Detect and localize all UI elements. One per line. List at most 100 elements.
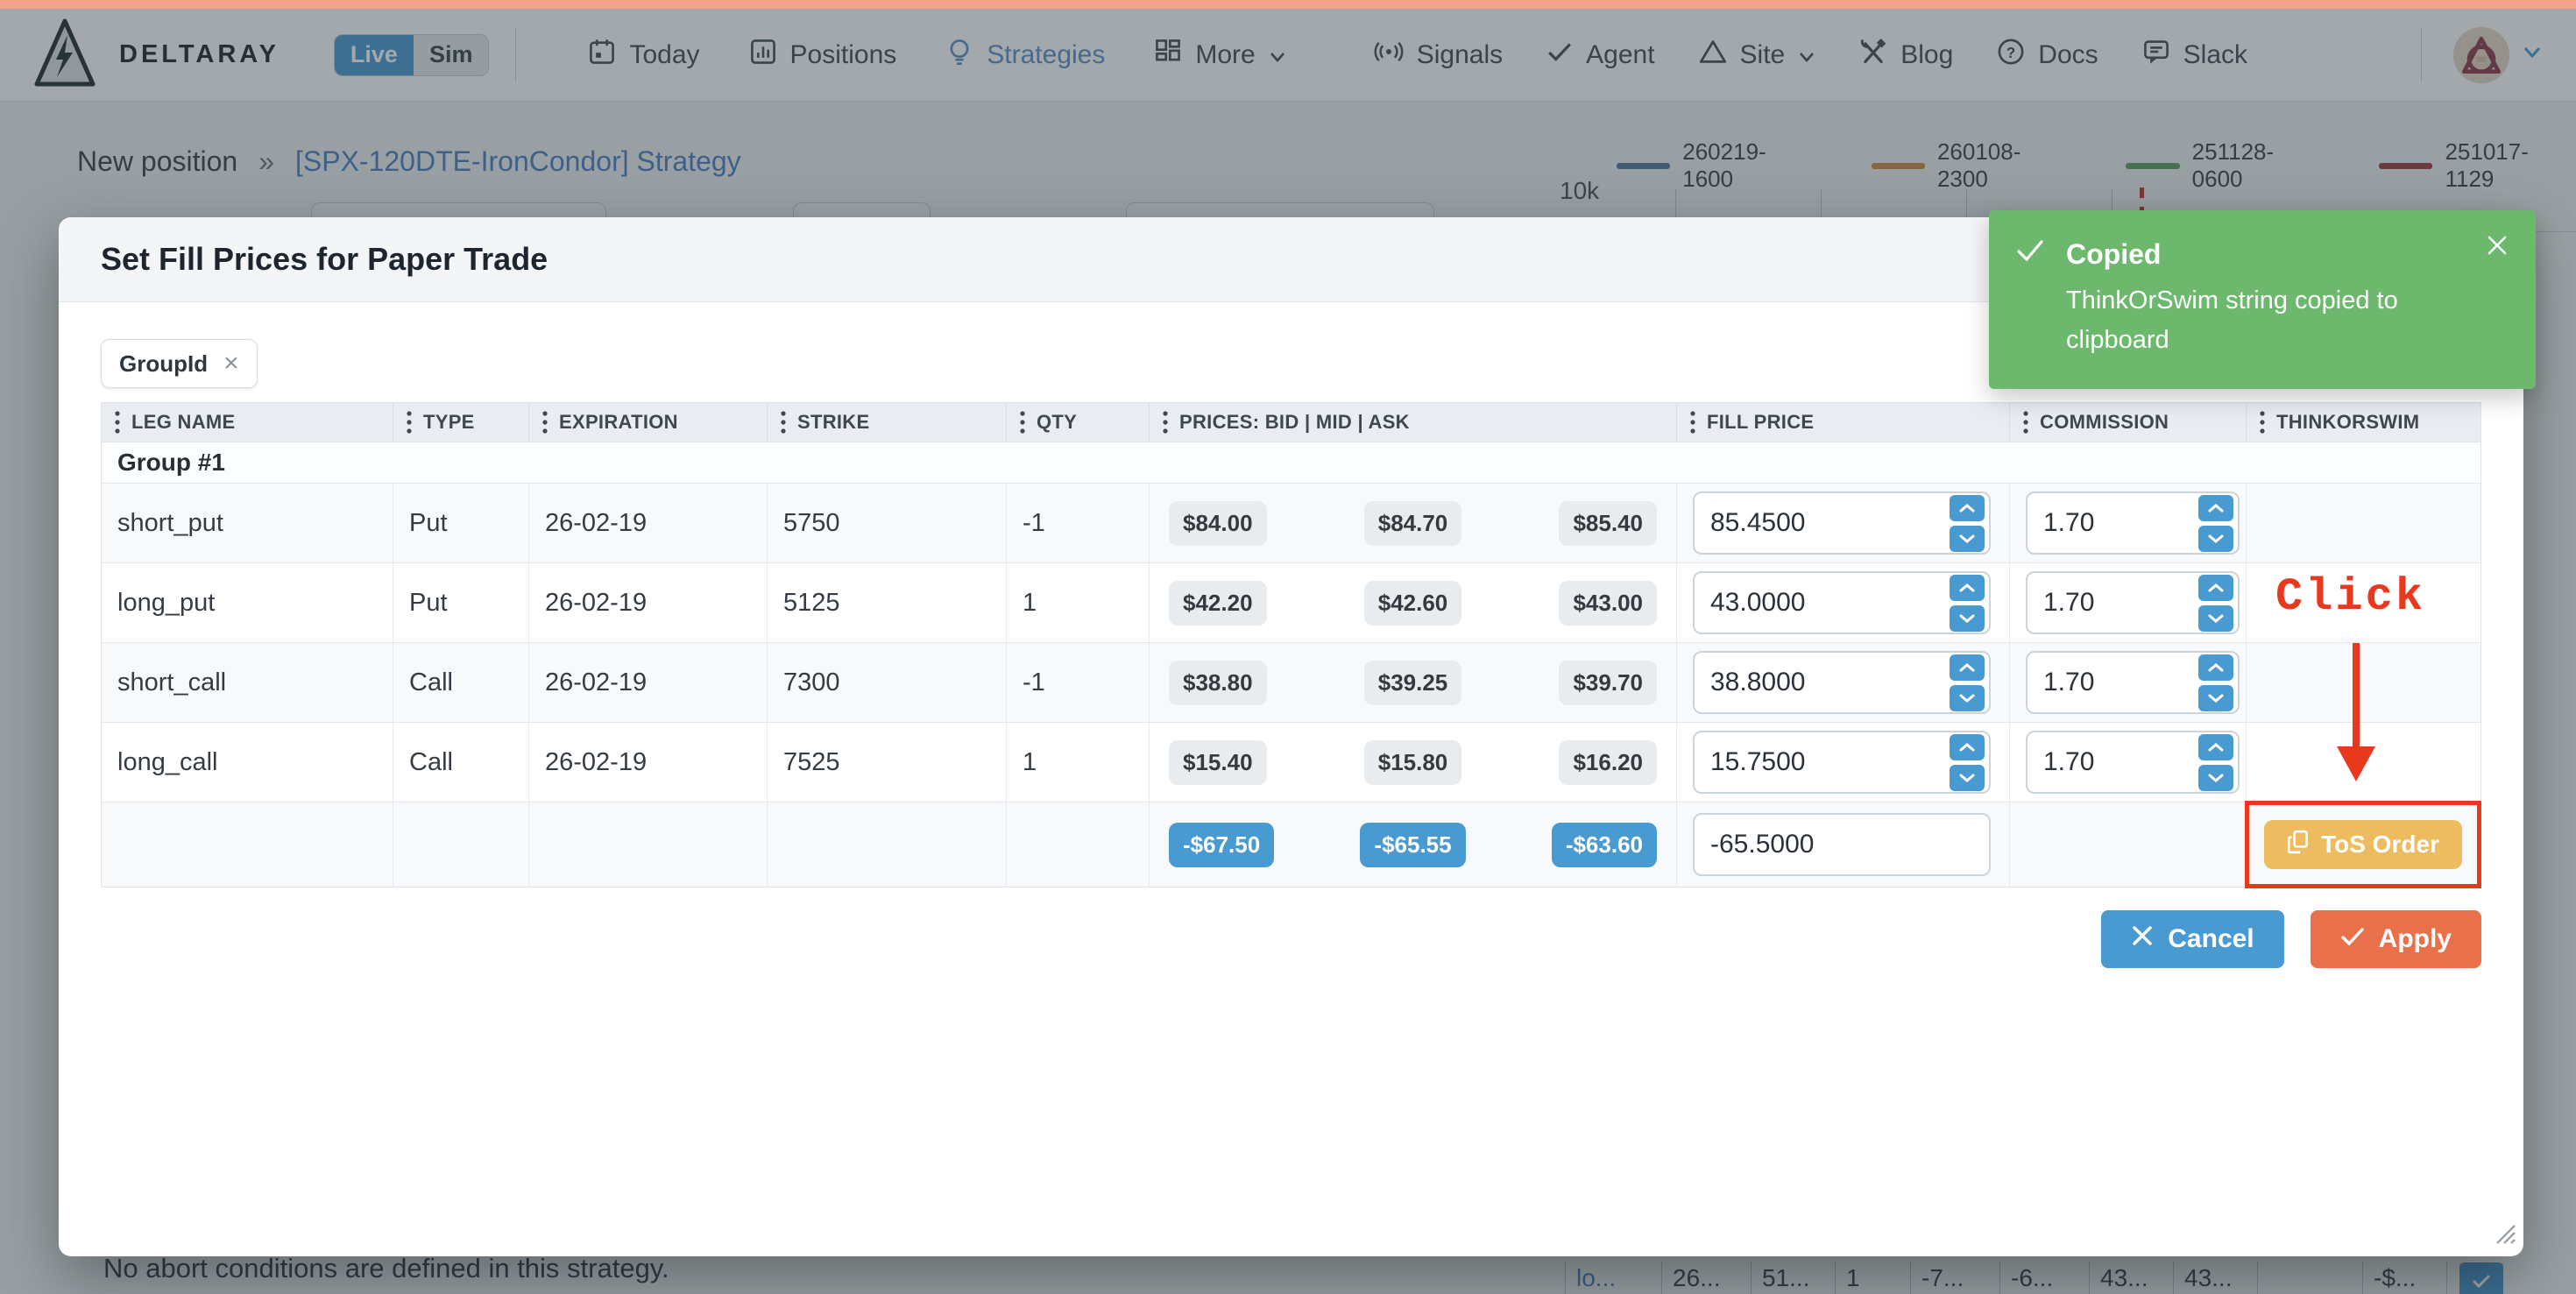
expiration-cell: 26-02-19: [529, 563, 768, 642]
apply-button[interactable]: Apply: [2311, 910, 2481, 968]
leg-name-cell: short_call: [102, 643, 393, 722]
mid-price-badge: $84.70: [1364, 501, 1462, 546]
chip-remove-icon[interactable]: ×: [223, 350, 239, 377]
spinner-up-button[interactable]: [1950, 734, 1985, 760]
spinner-down-button[interactable]: [1950, 605, 1985, 632]
commission-input[interactable]: [2028, 747, 2195, 777]
total-prices-cell: -$67.50 -$65.55 -$63.60: [1150, 803, 1677, 887]
groupid-filter-chip[interactable]: GroupId ×: [101, 339, 258, 388]
total-fill-price-cell: [1677, 803, 2010, 887]
fill-price-cell: [1677, 563, 2010, 642]
column-header-commission[interactable]: COMMISSION: [2010, 403, 2247, 442]
empty-cell: [102, 803, 393, 887]
bid-price-badge: $38.80: [1169, 661, 1267, 705]
empty-cell: [768, 803, 1007, 887]
table-row: long_put Put 26-02-19 5125 1 $42.20 $42.…: [102, 562, 2480, 642]
fill-price-cell: [1677, 643, 2010, 722]
drag-handle-icon[interactable]: [1019, 409, 1026, 435]
ask-price-badge: $16.20: [1559, 740, 1657, 785]
prices-cell: $15.40 $15.80 $16.20: [1150, 723, 1677, 802]
drag-handle-icon[interactable]: [114, 409, 121, 435]
table-row: long_call Call 26-02-19 7525 1 $15.40 $1…: [102, 722, 2480, 802]
column-header-fill-price[interactable]: FILL PRICE: [1677, 403, 2010, 442]
commission-cell: [2010, 723, 2247, 802]
legs-table: LEG NAME TYPE EXPIRATION STRIKE: [101, 402, 2481, 887]
column-header-qty[interactable]: QTY: [1007, 403, 1150, 442]
spinner-up-button[interactable]: [2198, 654, 2233, 681]
empty-cell: [1007, 803, 1150, 887]
spinner-up-button[interactable]: [2198, 734, 2233, 760]
total-fill-price-input[interactable]: [1695, 830, 1989, 859]
empty-cell: [529, 803, 768, 887]
column-header-strike[interactable]: STRIKE: [768, 403, 1007, 442]
drag-handle-icon[interactable]: [1689, 409, 1696, 435]
modal-title: Set Fill Prices for Paper Trade: [101, 241, 548, 278]
drag-handle-icon[interactable]: [406, 409, 413, 435]
spinner-down-button[interactable]: [2198, 605, 2233, 632]
empty-cell: [393, 803, 529, 887]
spinner-up-button[interactable]: [2198, 495, 2233, 521]
prices-cell: $42.20 $42.60 $43.00: [1150, 563, 1677, 642]
group-header-row: Group #1: [102, 442, 2480, 483]
fill-price-input[interactable]: [1695, 508, 1946, 538]
column-header-thinkorswim[interactable]: THINKORSWIM: [2247, 403, 2480, 442]
expiration-cell: 26-02-19: [529, 643, 768, 722]
qty-cell: -1: [1007, 484, 1150, 562]
fill-price-input[interactable]: [1695, 588, 1946, 618]
mid-price-badge: $15.80: [1364, 740, 1462, 785]
spinner-up-button[interactable]: [1950, 654, 1985, 681]
table-row: short_put Put 26-02-19 5750 -1 $84.00 $8…: [102, 483, 2480, 562]
thinkorswim-cell: [2247, 723, 2480, 802]
cancel-button[interactable]: Cancel: [2101, 910, 2283, 968]
copied-toast: Copied ThinkOrSwim string copied to clip…: [1989, 210, 2536, 389]
strike-cell: 7300: [768, 643, 1007, 722]
bid-price-badge: $15.40: [1169, 740, 1267, 785]
modal-actions: Cancel Apply: [101, 910, 2481, 968]
spinner-down-button[interactable]: [2198, 526, 2233, 552]
screen: DELTARAY Live Sim Today: [0, 0, 2576, 1294]
column-header-expiration[interactable]: EXPIRATION: [529, 403, 768, 442]
column-header-type[interactable]: TYPE: [393, 403, 529, 442]
strike-cell: 5750: [768, 484, 1007, 562]
table-row: short_call Call 26-02-19 7300 -1 $38.80 …: [102, 642, 2480, 722]
drag-handle-icon[interactable]: [541, 409, 548, 435]
tos-order-button[interactable]: ToS Order: [2264, 820, 2462, 869]
drag-handle-icon[interactable]: [2259, 409, 2266, 435]
ask-price-badge: $43.00: [1559, 581, 1657, 626]
table-header: LEG NAME TYPE EXPIRATION STRIKE: [102, 403, 2480, 442]
fill-price-input[interactable]: [1695, 747, 1946, 777]
spinner-down-button[interactable]: [1950, 526, 1985, 552]
bid-price-badge: $84.00: [1169, 501, 1267, 546]
bid-price-badge: $42.20: [1169, 581, 1267, 626]
commission-input[interactable]: [2028, 588, 2195, 618]
tos-order-cell: ToS Order: [2247, 803, 2480, 887]
drag-handle-icon[interactable]: [2022, 409, 2029, 435]
spinner-up-button[interactable]: [1950, 495, 1985, 521]
spinner-up-button[interactable]: [2198, 575, 2233, 601]
toast-message: ThinkOrSwim string copied to clipboard: [2066, 281, 2469, 360]
spinner-down-button[interactable]: [1950, 685, 1985, 711]
drag-handle-icon[interactable]: [1162, 409, 1169, 435]
drag-handle-icon[interactable]: [780, 409, 787, 435]
spinner-down-button[interactable]: [2198, 685, 2233, 711]
spinner-down-button[interactable]: [1950, 765, 1985, 791]
mid-price-badge: $42.60: [1364, 581, 1462, 626]
spinner-up-button[interactable]: [1950, 575, 1985, 601]
fill-price-cell: [1677, 484, 2010, 562]
toast-close-icon[interactable]: [2485, 233, 2509, 260]
empty-cell: [2010, 803, 2247, 887]
spinner-down-button[interactable]: [2198, 765, 2233, 791]
totals-row: -$67.50 -$65.55 -$63.60: [102, 802, 2480, 887]
leg-name-cell: short_put: [102, 484, 393, 562]
resize-handle[interactable]: [2490, 1219, 2516, 1249]
leg-name-cell: long_call: [102, 723, 393, 802]
column-header-leg-name[interactable]: LEG NAME: [102, 403, 393, 442]
commission-input[interactable]: [2028, 668, 2195, 697]
fill-price-input[interactable]: [1695, 668, 1946, 697]
column-header-prices[interactable]: PRICES: BID | MID | ASK: [1150, 403, 1677, 442]
commission-input[interactable]: [2028, 508, 2195, 538]
ask-price-badge: $85.40: [1559, 501, 1657, 546]
expiration-cell: 26-02-19: [529, 723, 768, 802]
type-cell: Put: [393, 484, 529, 562]
type-cell: Call: [393, 723, 529, 802]
